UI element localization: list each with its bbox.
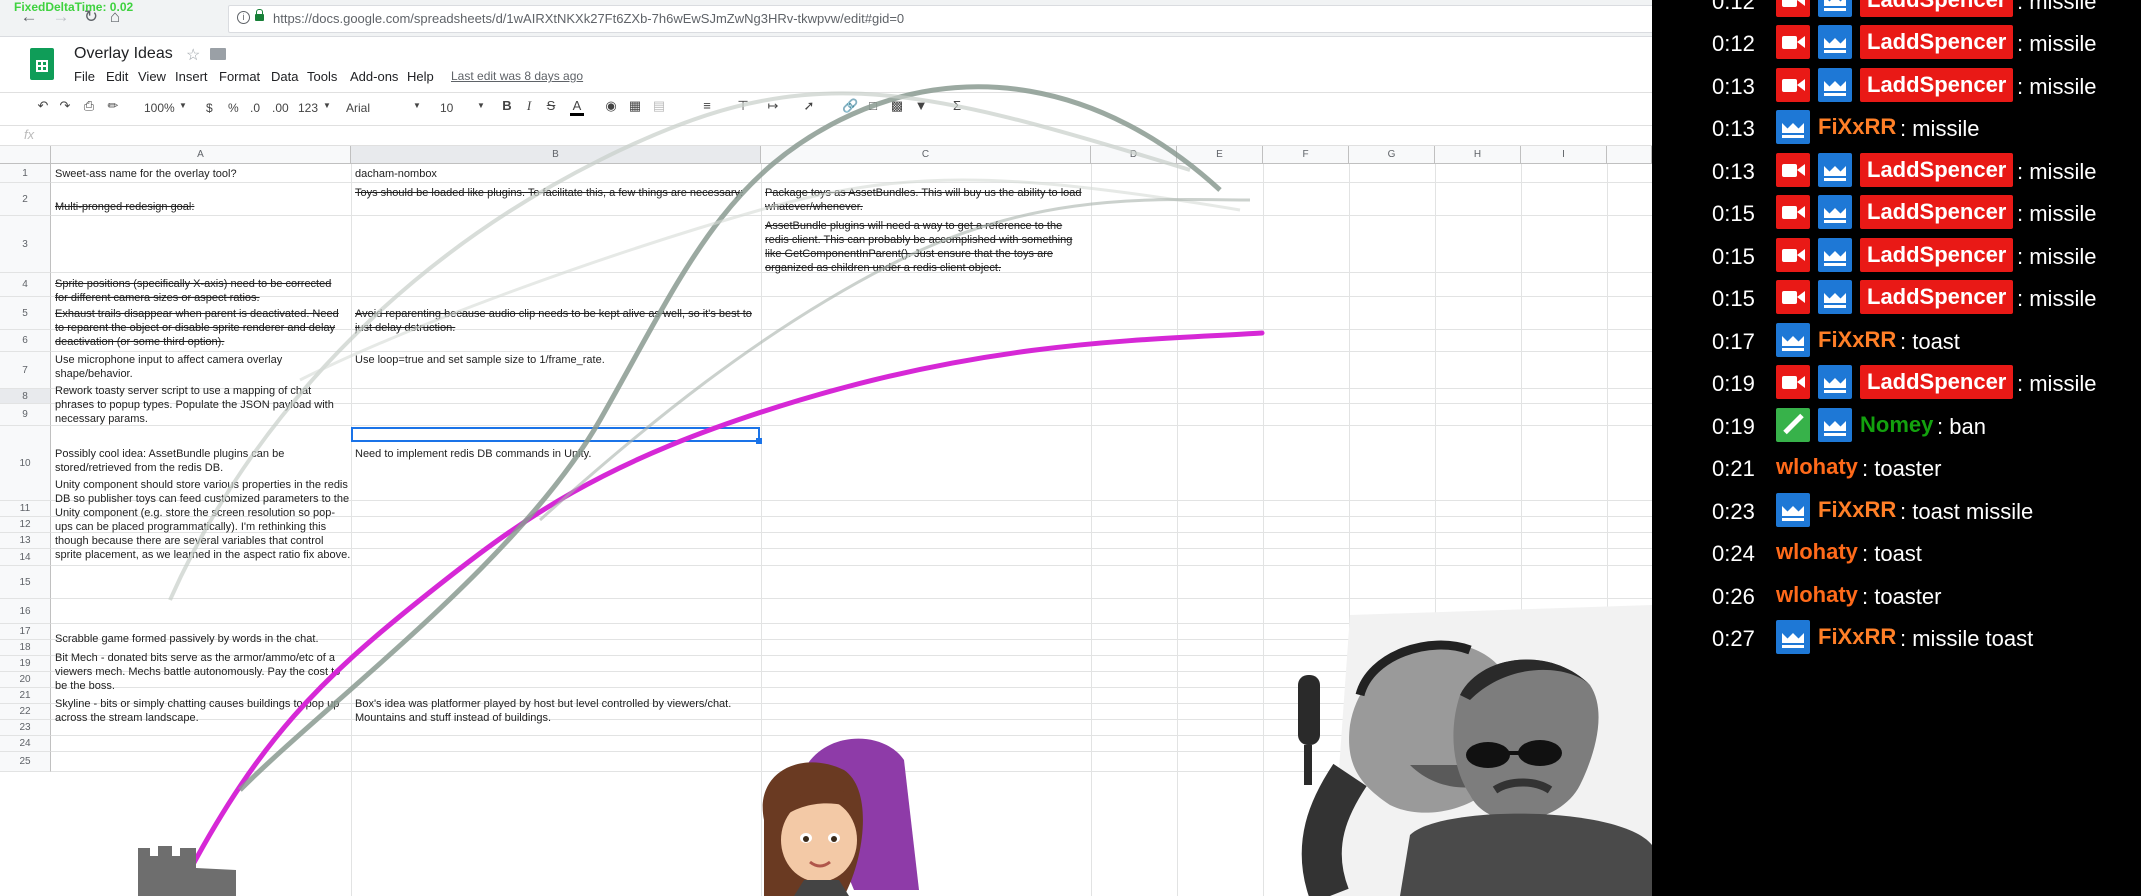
camera-icon xyxy=(1776,68,1810,102)
chat-timestamp: 0:19 xyxy=(1712,371,1755,396)
crown-icon xyxy=(1818,153,1852,187)
crown-icon xyxy=(1776,323,1810,357)
chat-timestamp: 0:15 xyxy=(1712,244,1755,269)
chat-message: 0:19 LaddSpencer: missile xyxy=(1652,364,2141,404)
chat-message-text: : missile xyxy=(2017,31,2097,56)
chat-timestamp: 0:12 xyxy=(1712,0,1755,14)
chat-message-text: : toast missile xyxy=(1900,499,2034,524)
chat-username[interactable]: LaddSpencer xyxy=(1860,195,2014,229)
chat-message-text: : missile xyxy=(2017,286,2097,311)
camera-icon xyxy=(1776,365,1810,399)
chat-message: 0:17 FiXxRR: toast xyxy=(1652,322,2141,362)
grey-smoke-trail xyxy=(238,84,1222,792)
chat-message-text: : missile xyxy=(2017,159,2097,184)
chat-message-text: : missile xyxy=(2017,74,2097,99)
crown-icon xyxy=(1818,68,1852,102)
chat-message-text: : missile xyxy=(2017,201,2097,226)
chat-timestamp: 0:15 xyxy=(1712,201,1755,226)
camera-icon xyxy=(1776,238,1810,272)
chat-username[interactable]: LaddSpencer xyxy=(1860,153,2014,187)
crown-icon xyxy=(1818,195,1852,229)
camera-icon xyxy=(1776,153,1810,187)
sword-icon xyxy=(1776,408,1810,442)
crown-icon xyxy=(1818,408,1852,442)
twitch-chat-panel: 0:12LaddSpencer: missile0:12LaddSpencer:… xyxy=(1652,0,2141,896)
chat-message: 0:13 LaddSpencer: missile xyxy=(1652,152,2141,192)
chat-timestamp: 0:13 xyxy=(1712,159,1755,184)
chat-timestamp: 0:17 xyxy=(1712,329,1755,354)
chat-username[interactable]: LaddSpencer xyxy=(1860,238,2014,272)
chat-message: 0:15 LaddSpencer: missile xyxy=(1652,194,2141,234)
chat-timestamp: 0:23 xyxy=(1712,499,1755,524)
chat-timestamp: 0:21 xyxy=(1712,456,1755,481)
camera-icon xyxy=(1776,0,1810,17)
castle-icon xyxy=(138,846,236,896)
chat-username[interactable]: Nomey xyxy=(1860,408,1933,442)
cartoon-avatar-girl xyxy=(762,738,919,896)
chat-username[interactable]: FiXxRR xyxy=(1818,620,1896,654)
chat-username[interactable]: wlohaty xyxy=(1776,535,1858,569)
crown-icon xyxy=(1776,493,1810,527)
camera-icon xyxy=(1776,25,1810,59)
chat-timestamp: 0:12 xyxy=(1712,31,1755,56)
chat-timestamp: 0:24 xyxy=(1712,541,1755,566)
chat-username[interactable]: FiXxRR xyxy=(1818,110,1896,144)
chat-username[interactable]: LaddSpencer xyxy=(1860,25,2014,59)
light-smoke-trail xyxy=(168,91,1191,601)
chat-username[interactable]: LaddSpencer xyxy=(1860,280,2014,314)
chat-message: 0:12 LaddSpencer: missile xyxy=(1652,0,2141,22)
chat-timestamp: 0:19 xyxy=(1712,414,1755,439)
chat-message-text: : toaster xyxy=(1862,584,1942,609)
chat-timestamp: 0:27 xyxy=(1712,626,1755,651)
crown-icon xyxy=(1818,280,1852,314)
chat-message-text: : missile xyxy=(2017,371,2097,396)
grey-smoke-trail xyxy=(538,198,1251,522)
chat-message-text: : missile toast xyxy=(1900,626,2034,651)
chat-message: 0:27 FiXxRR: missile toast xyxy=(1652,619,2141,659)
chat-timestamp: 0:26 xyxy=(1712,584,1755,609)
chat-message: 0:24 wlohaty: toast xyxy=(1652,534,2141,574)
chat-username[interactable]: LaddSpencer xyxy=(1860,0,2014,17)
chat-timestamp: 0:13 xyxy=(1712,116,1755,141)
chat-message: 0:15 LaddSpencer: missile xyxy=(1652,237,2141,277)
crown-icon xyxy=(1818,25,1852,59)
chat-message: 0:13 FiXxRR: missile xyxy=(1652,109,2141,149)
chat-message-text: : toast xyxy=(1900,329,1960,354)
chat-message-text: : toast xyxy=(1862,541,1922,566)
camera-icon xyxy=(1776,195,1810,229)
light-smoke-trail xyxy=(299,178,1241,382)
chat-message-text: : missile xyxy=(2017,244,2097,269)
chat-message: 0:26 wlohaty: toaster xyxy=(1652,577,2141,617)
chat-message-text: : toaster xyxy=(1862,456,1942,481)
chat-message-text: : missile xyxy=(2017,0,2097,14)
crown-icon xyxy=(1818,0,1852,17)
crown-icon xyxy=(1776,620,1810,654)
chat-username[interactable]: wlohaty xyxy=(1776,578,1858,612)
chat-timestamp: 0:15 xyxy=(1712,286,1755,311)
webcam-streamers-photo xyxy=(1298,605,1652,896)
chat-message: 0:21 wlohaty: toaster xyxy=(1652,449,2141,489)
crown-icon xyxy=(1818,238,1852,272)
chat-username[interactable]: wlohaty xyxy=(1776,450,1858,484)
chat-message: 0:13 LaddSpencer: missile xyxy=(1652,67,2141,107)
chat-message-text: : ban xyxy=(1937,414,1986,439)
spreadsheet-window: ← → ↻ ⌂ i https://docs.google.com/spread… xyxy=(0,0,1652,896)
crown-icon xyxy=(1818,365,1852,399)
camera-icon xyxy=(1776,280,1810,314)
chat-username[interactable]: FiXxRR xyxy=(1818,323,1896,357)
chat-message: 0:15 LaddSpencer: missile xyxy=(1652,279,2141,319)
chat-message: 0:12 LaddSpencer: missile xyxy=(1652,24,2141,64)
chat-username[interactable]: LaddSpencer xyxy=(1860,365,2014,399)
chat-username[interactable]: FiXxRR xyxy=(1818,493,1896,527)
chat-message: 0:23 FiXxRR: toast missile xyxy=(1652,492,2141,532)
chat-timestamp: 0:13 xyxy=(1712,74,1755,99)
magenta-missile-trail xyxy=(187,330,1265,873)
chat-message: 0:19 Nomey: ban xyxy=(1652,407,2141,447)
chat-username[interactable]: LaddSpencer xyxy=(1860,68,2014,102)
chat-message-text: : missile xyxy=(1900,116,1980,141)
crown-icon xyxy=(1776,110,1810,144)
